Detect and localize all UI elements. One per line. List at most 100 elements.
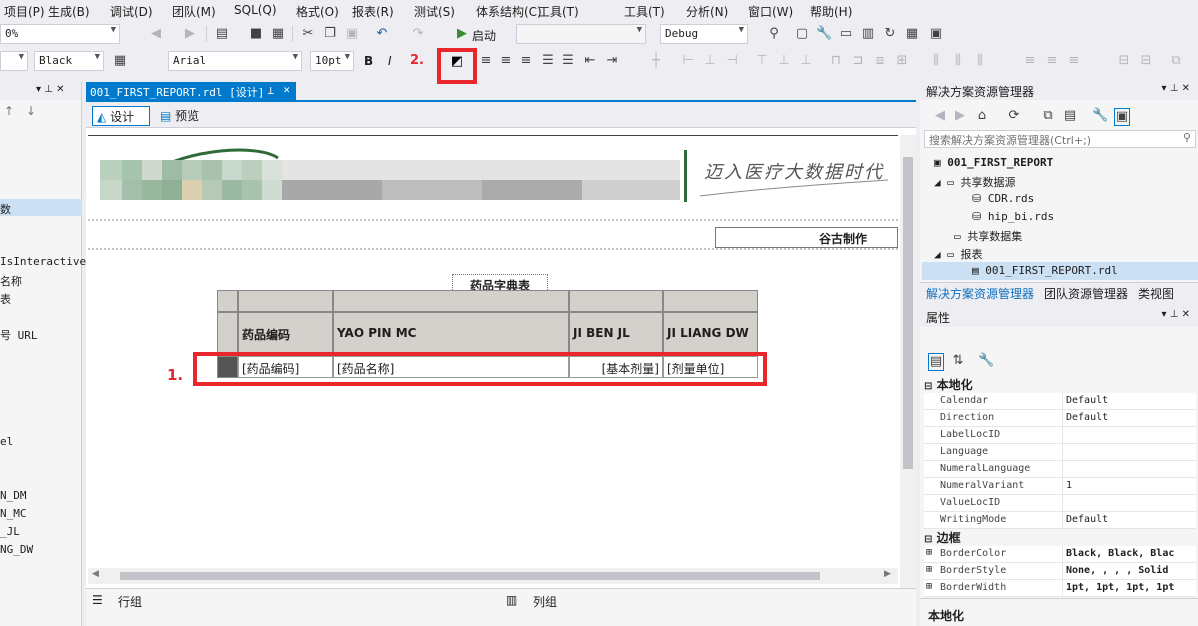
report-canvas[interactable]: 迈入医疗大数据时代 谷古制作 药品字典表 药品编码 YAO PIN MC JI … bbox=[88, 135, 898, 565]
redo-icon[interactable]: ↷ bbox=[410, 26, 426, 42]
tab-preview[interactable]: ▤ 预览 bbox=[156, 106, 210, 126]
pin-icon[interactable]: ▾ ⊥ ✕ bbox=[1162, 309, 1190, 320]
tab-design[interactable]: ◭ 设计 bbox=[92, 106, 150, 126]
property-row[interactable]: LabelLocID bbox=[924, 427, 1196, 444]
left-item[interactable]: N_MC bbox=[0, 507, 27, 520]
align-bottoms-icon[interactable]: ⊥ bbox=[798, 53, 814, 69]
document-tab[interactable]: 001_FIRST_REPORT.rdl [设计] ⊥ ✕ bbox=[86, 82, 296, 100]
property-row[interactable]: NumeralVariant 1 bbox=[924, 478, 1196, 495]
horizontal-scroll-thumb[interactable] bbox=[120, 572, 820, 580]
grid-icon[interactable]: ▦ bbox=[904, 26, 920, 42]
close-icon[interactable]: ✕ bbox=[283, 83, 290, 96]
bold-button[interactable]: B bbox=[364, 54, 373, 68]
project-node[interactable]: ▣ 001_FIRST_REPORT bbox=[934, 156, 1053, 169]
properties-icon[interactable]: 🔧 bbox=[1092, 108, 1108, 124]
left-item[interactable]: IsInteractive bbox=[0, 255, 86, 268]
left-item[interactable]: 名称 bbox=[0, 273, 22, 289]
collapse-icon[interactable]: ⊟ bbox=[924, 534, 932, 545]
italic-button[interactable]: I bbox=[388, 54, 392, 68]
menu-project[interactable]: 项目(P) bbox=[4, 3, 45, 20]
property-value[interactable]: Black, Black, Blac bbox=[1066, 548, 1174, 559]
folder-shared-datasets[interactable]: ▭ 共享数据集 bbox=[954, 228, 1022, 244]
datasource-cdr[interactable]: ⛁ CDR.rds bbox=[972, 192, 1034, 205]
column-handle[interactable] bbox=[569, 290, 663, 312]
menu-architecture[interactable]: 工具(T) bbox=[538, 3, 579, 20]
scroll-left-icon[interactable]: ◀ bbox=[92, 569, 99, 579]
center-v-icon[interactable]: ⊟ bbox=[1138, 53, 1154, 69]
preview-selected-icon[interactable]: ▣ bbox=[1114, 108, 1130, 126]
align-tops-icon[interactable]: ⊤ bbox=[754, 53, 770, 69]
menu-tools-label[interactable]: 工具(T) bbox=[624, 3, 665, 20]
align-middles-icon[interactable]: ⊥ bbox=[776, 53, 792, 69]
start-icon[interactable]: ▶ bbox=[454, 26, 470, 42]
folder-reports[interactable]: ◢ ▭ 报表 bbox=[934, 246, 983, 262]
undo-icon[interactable]: ↶ bbox=[374, 26, 390, 42]
save-all-icon[interactable]: ▦ bbox=[270, 26, 286, 42]
header-cell[interactable]: 药品编码 bbox=[238, 312, 333, 356]
move-up-icon[interactable]: ↑ bbox=[4, 104, 14, 118]
home-icon[interactable]: ⌂ bbox=[974, 108, 990, 124]
refresh-icon[interactable]: ↻ bbox=[882, 26, 898, 42]
vspacing-inc-icon[interactable]: ≡ bbox=[1044, 53, 1060, 69]
menu-analyze[interactable]: 分析(N) bbox=[686, 3, 728, 20]
same-size-icon[interactable]: ⧈ bbox=[872, 53, 888, 69]
font-combo[interactable]: Arial ▼ bbox=[168, 51, 302, 71]
toolbox-icon[interactable]: ▭ bbox=[838, 26, 854, 42]
property-pages-icon[interactable]: 🔧 bbox=[978, 353, 994, 369]
align-grid-icon[interactable]: ┼ bbox=[648, 53, 664, 69]
server-icon[interactable]: ▥ bbox=[860, 26, 876, 42]
expand-icon[interactable]: ⊞ bbox=[926, 547, 932, 558]
collapse-icon[interactable]: ⧉ bbox=[1040, 108, 1056, 124]
collapse-icon[interactable]: ⊟ bbox=[924, 381, 932, 392]
indent-icon[interactable]: ⇥ bbox=[604, 53, 620, 69]
sync-icon[interactable]: ⟳ bbox=[1006, 108, 1022, 124]
menu-report[interactable]: 报表(R) bbox=[352, 3, 394, 20]
property-row[interactable]: Direction Default bbox=[924, 410, 1196, 427]
property-value[interactable]: Default bbox=[1066, 395, 1108, 406]
left-item[interactable]: 号 URL bbox=[0, 327, 38, 343]
menu-help[interactable]: 帮助(H) bbox=[810, 3, 852, 20]
layout-icon[interactable]: ▣ bbox=[928, 26, 944, 42]
config-combo[interactable]: Debug ▼ bbox=[660, 24, 748, 44]
folder-shared-ds[interactable]: ◢ ▭ 共享数据源 bbox=[934, 174, 1016, 190]
attach-icon[interactable]: ⚲ bbox=[766, 26, 782, 42]
numbered-list-icon[interactable]: ☰ bbox=[540, 53, 556, 69]
solution-search-input[interactable]: 搜索解决方案资源管理器(Ctrl+;) ⚲ bbox=[924, 130, 1196, 148]
menu-format[interactable]: 格式(O) bbox=[296, 3, 339, 20]
target-combo[interactable]: ▼ bbox=[516, 24, 646, 44]
property-value[interactable]: Default bbox=[1066, 412, 1108, 423]
bring-to-front-icon[interactable]: ◩ bbox=[449, 54, 465, 70]
vspacing-dec-icon[interactable]: ≡ bbox=[1066, 53, 1082, 69]
property-row[interactable]: ⊞ BorderColor Black, Black, Blac bbox=[924, 546, 1196, 563]
scroll-right-icon[interactable]: ▶ bbox=[884, 569, 891, 579]
category-localization[interactable]: ⊟ 本地化 bbox=[924, 376, 1196, 393]
datasource-hip[interactable]: ⛁ hip_bi.rds bbox=[972, 210, 1054, 223]
align-rights-icon[interactable]: ⊣ bbox=[724, 53, 740, 69]
header-cell[interactable]: JI LIANG DW bbox=[663, 312, 758, 356]
header-cell[interactable]: JI BEN JL bbox=[569, 312, 663, 356]
tab-class-view[interactable]: 类视图 bbox=[1138, 285, 1174, 302]
menu-build[interactable]: 生成(B) bbox=[48, 3, 90, 20]
categorized-icon[interactable]: ▤ bbox=[928, 353, 944, 371]
align-right-icon[interactable]: ≡ bbox=[518, 53, 534, 69]
size-combo[interactable]: 10pt ▼ bbox=[310, 51, 354, 71]
alphabetical-icon[interactable]: ⇅ bbox=[950, 353, 966, 369]
left-item[interactable]: NG_DW bbox=[0, 543, 33, 556]
back-icon[interactable]: ◀ bbox=[148, 26, 164, 42]
forward-icon[interactable]: ▶ bbox=[952, 108, 968, 124]
left-item[interactable]: _JL bbox=[0, 525, 20, 538]
left-item[interactable]: 数 bbox=[0, 201, 11, 217]
size-to-grid-icon[interactable]: ⊞ bbox=[894, 53, 910, 69]
move-down-icon[interactable]: ↓ bbox=[26, 104, 36, 118]
hspacing-icon[interactable]: ⫼ bbox=[928, 53, 944, 69]
wrench-icon[interactable]: 🔧 bbox=[816, 26, 832, 42]
save-icon[interactable]: ■ bbox=[248, 26, 264, 42]
vertical-scroll-thumb[interactable] bbox=[903, 157, 913, 469]
property-row[interactable]: WritingMode Default bbox=[924, 512, 1196, 529]
align-centers-icon[interactable]: ⊥ bbox=[702, 53, 718, 69]
zoom-combo[interactable]: 0% ▼ bbox=[0, 24, 120, 44]
copy-icon[interactable]: ❐ bbox=[322, 26, 338, 42]
row-handle[interactable] bbox=[217, 312, 238, 356]
column-handle[interactable] bbox=[663, 290, 758, 312]
menu-sql[interactable]: SQL(Q) bbox=[234, 3, 277, 17]
